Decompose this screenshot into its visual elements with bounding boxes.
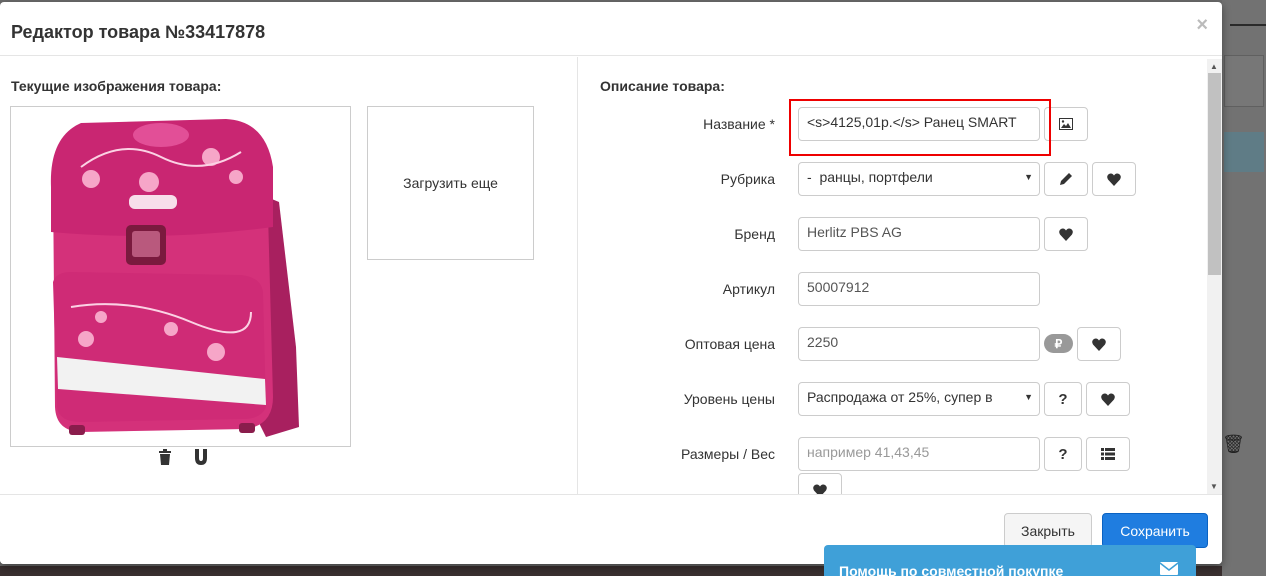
images-panel: Текущие изображения товара: Загрузить ещ…: [0, 57, 578, 494]
sizes-help-button[interactable]: ?: [1044, 437, 1082, 471]
category-label: Рубрика: [720, 171, 775, 187]
wholesale-price-input[interactable]: 2250: [798, 327, 1040, 361]
sizes-row: Размеры / Вес например 41,43,45 ?: [578, 437, 1198, 494]
modal-title: Редактор товара №33417878: [11, 22, 266, 42]
category-row: Рубрика - ранцы, портфели ▼: [578, 162, 1198, 198]
article-input[interactable]: 50007912: [798, 272, 1040, 306]
images-section-title: Текущие изображения товара:: [11, 78, 222, 94]
sizes-input[interactable]: например 41,43,45: [798, 437, 1040, 471]
brand-input[interactable]: Herlitz PBS AG: [798, 217, 1040, 251]
heart-icon: [813, 484, 827, 494]
delete-image-icon[interactable]: [158, 449, 172, 470]
modal-scrollbar[interactable]: ▲ ▼: [1207, 59, 1222, 494]
edit-category-button[interactable]: [1044, 162, 1088, 196]
image-icon: [1059, 118, 1073, 130]
backpack-image: [50, 119, 299, 437]
brand-label: Бренд: [734, 226, 775, 242]
heart-icon: [1059, 228, 1073, 241]
product-editor-modal: Редактор товара №33417878 × Текущие изоб…: [0, 2, 1222, 564]
scroll-down-icon[interactable]: ▼: [1210, 482, 1218, 491]
close-icon[interactable]: ×: [1196, 14, 1208, 37]
help-widget-label: Помощь по совместной покупке: [839, 563, 1064, 576]
price-level-value: Распродажа от 25%, супер в: [807, 389, 993, 405]
scrollbar-thumb[interactable]: [1208, 73, 1221, 275]
magnet-icon[interactable]: [194, 449, 208, 470]
background-page-right: 🗑: [1222, 0, 1266, 576]
price-level-select[interactable]: Распродажа от 25%, супер в ▼: [798, 382, 1040, 416]
heart-icon: [1092, 338, 1106, 351]
pencil-icon: [1060, 173, 1072, 185]
favorite-price-level-button[interactable]: [1086, 382, 1130, 416]
trash-icon: 🗑: [1222, 434, 1245, 454]
heart-icon: [1101, 393, 1115, 406]
article-row: Артикул 50007912: [578, 272, 1198, 308]
save-button[interactable]: Сохранить: [1102, 513, 1208, 548]
product-image[interactable]: [10, 106, 351, 447]
list-icon: [1101, 448, 1115, 460]
brand-row: Бренд Herlitz PBS AG: [578, 217, 1198, 253]
article-label: Артикул: [722, 281, 775, 297]
chevron-down-icon: ▼: [1021, 392, 1033, 402]
wholesale-price-label: Оптовая цена: [684, 336, 775, 352]
price-level-row: Уровень цены Распродажа от 25%, супер в …: [578, 382, 1198, 418]
chevron-down-icon: ▼: [1024, 172, 1033, 182]
help-widget[interactable]: Помощь по совместной покупке: [824, 545, 1196, 576]
upload-more-button[interactable]: Загрузить еще: [367, 106, 534, 260]
favorite-sizes-button[interactable]: [798, 473, 842, 494]
envelope-icon: [1159, 559, 1179, 576]
wholesale-price-row: Оптовая цена 2250 ₽: [578, 327, 1198, 363]
category-select[interactable]: - ранцы, портфели ▼: [798, 162, 1040, 196]
name-label: Название *: [703, 116, 775, 132]
sizes-label: Размеры / Вес: [681, 446, 775, 462]
close-button[interactable]: Закрыть: [1004, 513, 1092, 548]
ruble-badge: ₽: [1044, 334, 1073, 353]
sizes-list-button[interactable]: [1086, 437, 1130, 471]
name-field-highlight: [789, 99, 1051, 156]
modal-header: Редактор товара №33417878 ×: [0, 2, 1222, 56]
favorite-brand-button[interactable]: [1044, 217, 1088, 251]
description-section-title: Описание товара:: [600, 78, 725, 94]
heart-icon: [1107, 173, 1121, 186]
category-value: - ранцы, портфели: [807, 169, 933, 185]
price-level-label: Уровень цены: [683, 391, 775, 407]
scroll-up-icon[interactable]: ▲: [1210, 62, 1218, 71]
price-level-help-button[interactable]: ?: [1044, 382, 1082, 416]
favorite-category-button[interactable]: [1092, 162, 1136, 196]
favorite-price-button[interactable]: [1077, 327, 1121, 361]
